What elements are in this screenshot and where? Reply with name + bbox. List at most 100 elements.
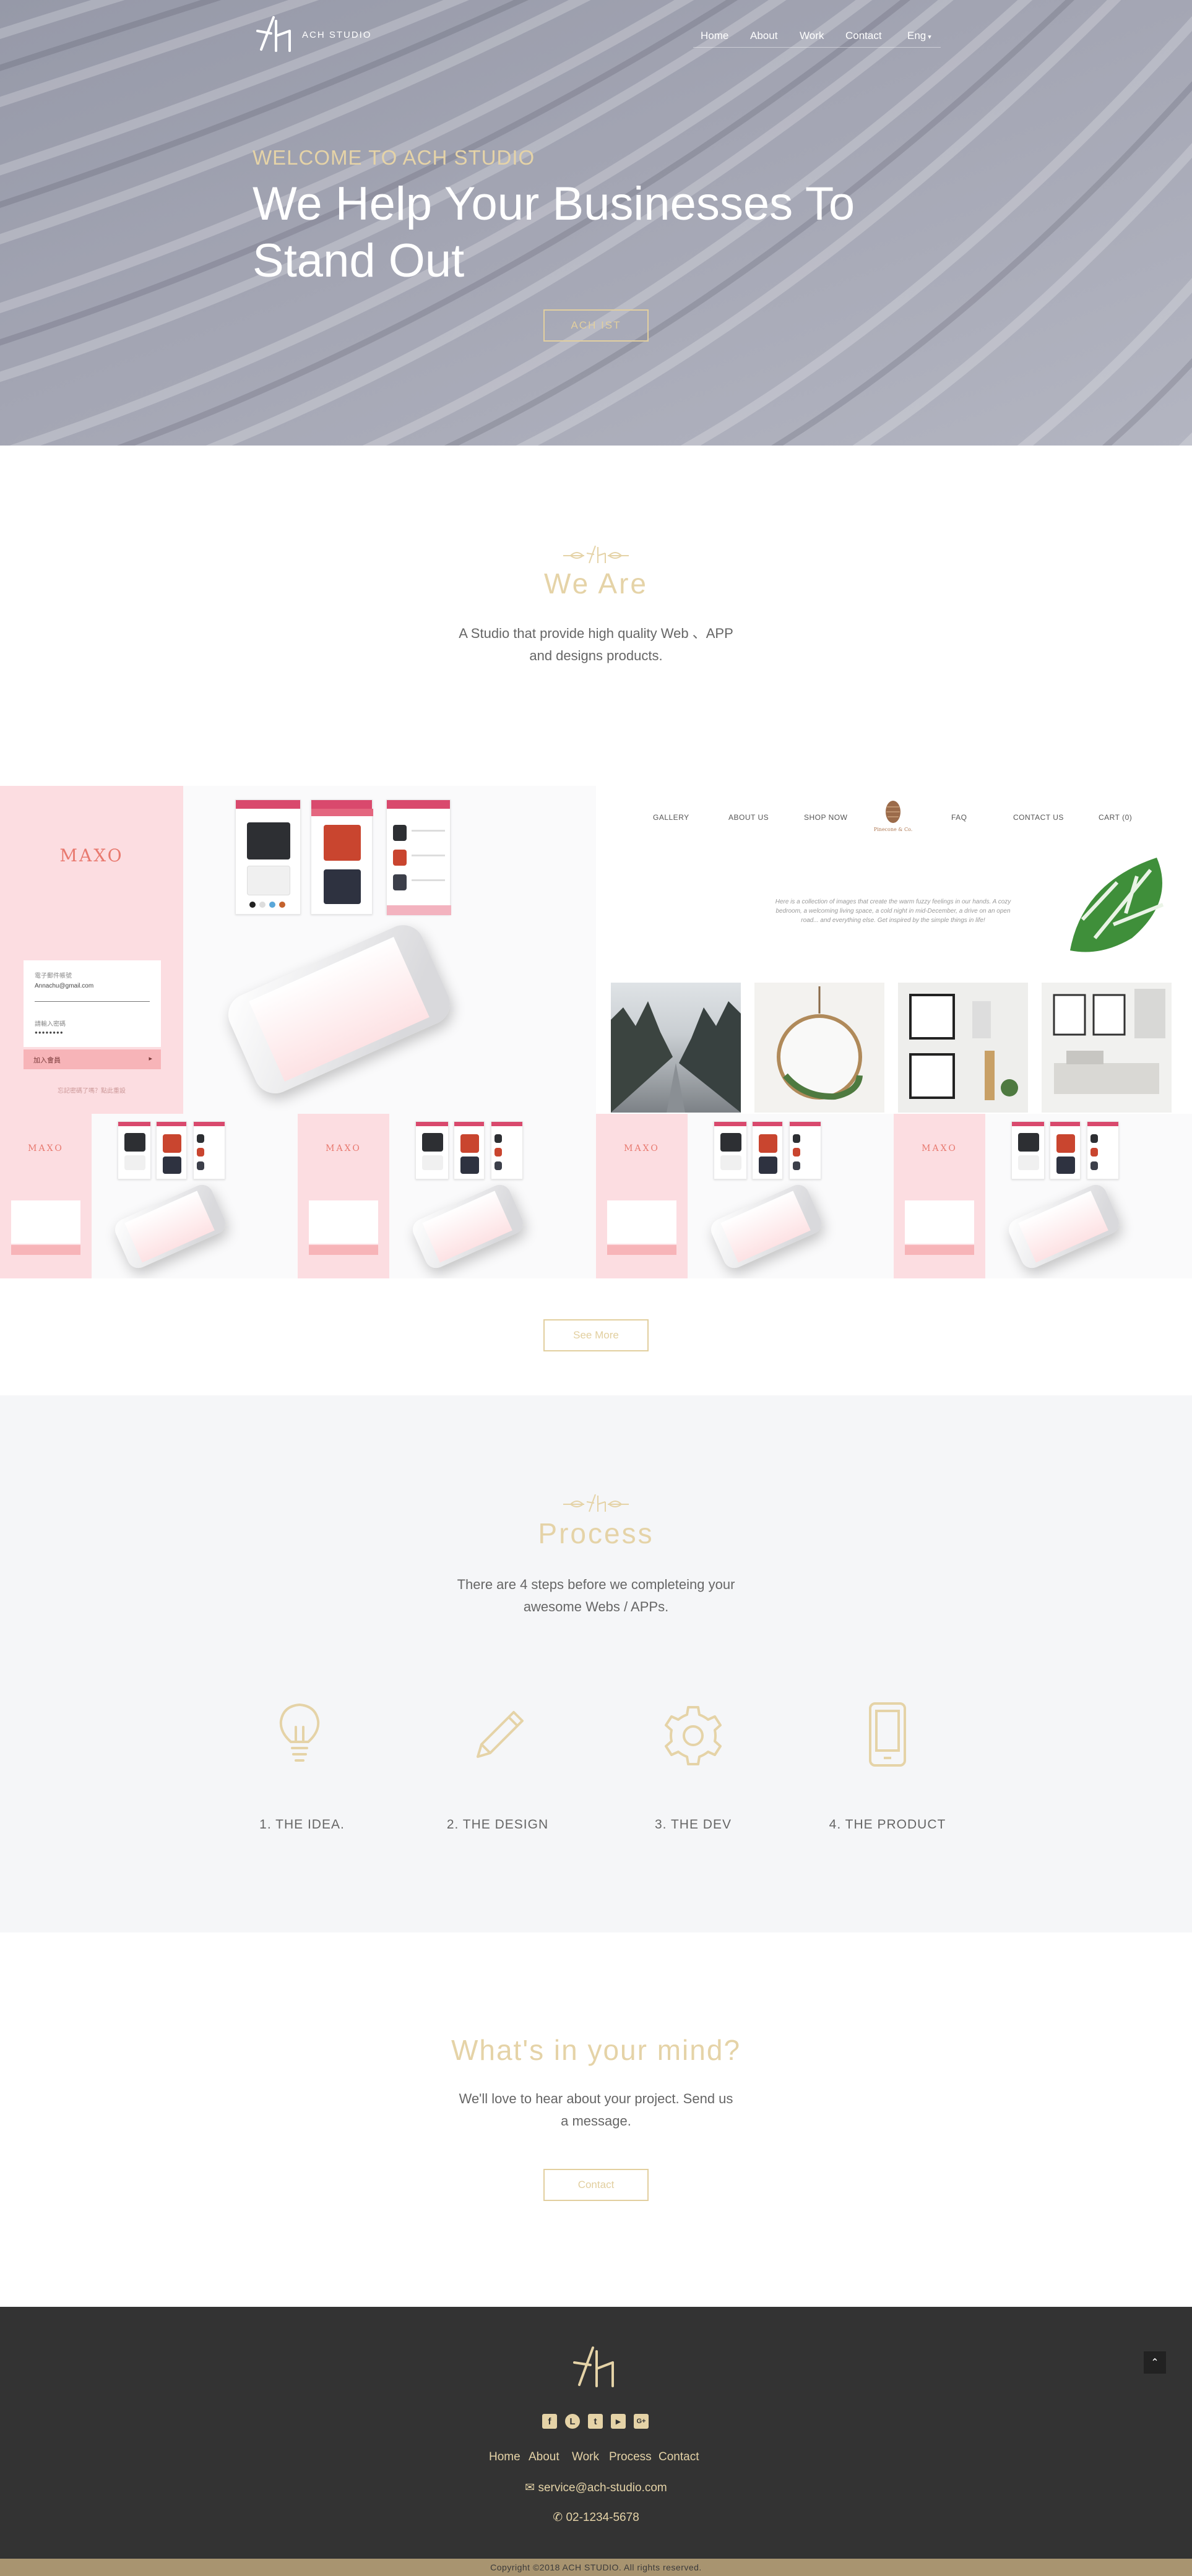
footer-nav-about[interactable]: About xyxy=(529,2450,559,2464)
nav-work[interactable]: Work xyxy=(800,30,824,42)
we-are-text: A Studio that provide high quality Web 、… xyxy=(0,622,1192,667)
portfolio-item-maxo-small-4[interactable]: MAXO xyxy=(894,1114,1192,1278)
twitter-icon[interactable]: t xyxy=(588,2414,603,2429)
chevron-down-icon: ▾ xyxy=(928,33,931,41)
footer-phone-text: 02-1234-5678 xyxy=(566,2511,639,2524)
ach-logo-icon[interactable] xyxy=(255,12,295,56)
footer: f L t ▶ G+ Home About Work Process Conta… xyxy=(0,2307,1192,2559)
mind-text: We'll love to hear about your project. S… xyxy=(0,2088,1192,2132)
gallery-photo-winter-road xyxy=(611,983,741,1113)
step-label-product: 4. THE PRODUCT xyxy=(829,1817,946,1832)
hero-welcome: WELCOME TO ACH STUDIO xyxy=(253,146,535,169)
phone-icon: ✆ xyxy=(553,2511,563,2524)
gallery-photo-room xyxy=(1042,983,1172,1113)
footer-nav-home[interactable]: Home xyxy=(489,2450,520,2464)
step-label-idea: 1. THE IDEA. xyxy=(259,1817,345,1832)
youtube-icon[interactable]: ▶ xyxy=(611,2414,626,2429)
hero-title: We Help Your Businesses To Stand Out xyxy=(253,176,933,290)
gallery-brand: Pinecone & Co. xyxy=(873,827,913,832)
portfolio-item-maxo-small-3[interactable]: MAXO xyxy=(596,1114,894,1278)
we-are-title: We Are xyxy=(544,567,648,600)
gallery-nav-item: ABOUT US xyxy=(728,813,769,822)
process-section: Process There are 4 steps before we comp… xyxy=(0,1395,1192,1932)
hero-button[interactable]: ACH IST xyxy=(543,309,649,342)
nav-home[interactable]: Home xyxy=(701,30,728,42)
gallery-photo-mirror xyxy=(754,983,884,1113)
nav-divider xyxy=(693,47,941,48)
gallery-nav-item: CART (0) xyxy=(1099,813,1133,822)
envelope-icon: ✉ xyxy=(525,2481,535,2494)
maxo-small-brand: MAXO xyxy=(922,1144,957,1153)
nav-language-label: Eng xyxy=(907,30,926,41)
footer-nav-contact[interactable]: Contact xyxy=(659,2450,699,2464)
see-more-button[interactable]: See More xyxy=(543,1319,649,1351)
gallery-nav-item: FAQ xyxy=(951,813,967,822)
maxo-password-value: ●●●●●●●● xyxy=(35,1030,64,1035)
brand-name[interactable]: ACH STUDIO xyxy=(302,30,372,40)
google-plus-icon[interactable]: G+ xyxy=(634,2414,649,2429)
monstera-leaf-image xyxy=(1070,858,1164,952)
mind-title: What's in your mind? xyxy=(451,2034,741,2066)
maxo-login-button-label: 加入會員 xyxy=(33,1057,61,1064)
maxo-small-brand: MAXO xyxy=(624,1144,660,1153)
maxo-small-brand: MAXO xyxy=(326,1144,361,1153)
smartphone-icon xyxy=(869,1702,906,1767)
maxo-forgot-link: 忘記密碼了嗎？點此重設 xyxy=(58,1088,126,1095)
gear-icon xyxy=(665,1706,722,1765)
gallery-photo-frames xyxy=(898,983,1028,1113)
maxo-screen-3 xyxy=(386,799,451,915)
process-title: Process xyxy=(538,1517,654,1549)
we-are-text-line2: and designs products. xyxy=(529,648,663,663)
process-text: There are 4 steps before we completeing … xyxy=(0,1574,1192,1618)
section-ornament-icon xyxy=(563,545,629,564)
arrow-right-icon: ▸ xyxy=(149,1055,152,1062)
pencil-icon xyxy=(477,1711,524,1758)
we-are-text-line1: A Studio that provide high quality Web 、… xyxy=(459,626,733,641)
contact-button[interactable]: Contact xyxy=(543,2169,649,2201)
maxo-login-panel: MAXO 電子郵件帳號 Annachu@gmail.com 請輸入密碼 ●●●●… xyxy=(0,786,183,1114)
process-text-line2: awesome Webs / APPs. xyxy=(523,1599,669,1614)
nav-language[interactable]: Eng ▾ xyxy=(907,30,931,42)
footer-phone[interactable]: ✆ 02-1234-5678 xyxy=(0,2510,1192,2525)
hero-section: ACH STUDIO Home About Work Contact Eng ▾ … xyxy=(0,0,1192,446)
gallery-intro-text: Here is a collection of images that crea… xyxy=(745,897,1042,925)
hero-title-line2: Stand Out xyxy=(253,235,465,287)
line-icon[interactable]: L xyxy=(565,2414,580,2429)
maxo-brand-title: MAXO xyxy=(59,845,124,866)
gallery-nav-item: SHOP NOW xyxy=(804,813,848,822)
pinecone-icon xyxy=(886,801,900,823)
maxo-screen-2 xyxy=(311,799,373,915)
footer-email-text: service@ach-studio.com xyxy=(538,2481,667,2494)
process-text-line1: There are 4 steps before we completeing … xyxy=(457,1577,735,1592)
footer-logo-icon[interactable] xyxy=(571,2341,620,2391)
copyright-bar: Copyright ©2018 ACH STUDIO. All rights r… xyxy=(0,2559,1192,2576)
gallery-intro-line3: road... and everything else. Get inspire… xyxy=(801,917,985,924)
gallery-intro-line1: Here is a collection of images that crea… xyxy=(775,898,1011,905)
lightbulb-icon xyxy=(279,1703,320,1762)
maxo-screen-1 xyxy=(235,799,301,915)
portfolio-item-maxo[interactable]: MAXO 電子郵件帳號 Annachu@gmail.com 請輸入密碼 ●●●●… xyxy=(0,786,596,1114)
hero-title-line1: We Help Your Businesses To xyxy=(253,178,855,230)
maxo-phone-mockup xyxy=(222,918,457,1100)
maxo-email-underline xyxy=(35,1001,150,1002)
maxo-login-button: 加入會員 ▸ xyxy=(24,1049,161,1069)
step-label-design: 2. THE DESIGN xyxy=(446,1817,549,1832)
nav-contact[interactable]: Contact xyxy=(845,30,882,42)
footer-nav-process[interactable]: Process xyxy=(609,2450,652,2464)
portfolio-item-gallery[interactable]: GALLERY ABOUT US SHOP NOW FAQ CONTACT US… xyxy=(596,786,1192,1114)
footer-email[interactable]: ✉ service@ach-studio.com xyxy=(0,2481,1192,2495)
section-ornament-icon xyxy=(563,1494,629,1512)
portfolio-item-maxo-small-1[interactable]: MAXO xyxy=(0,1114,298,1278)
mind-text-line2: a message. xyxy=(561,2113,631,2129)
gallery-nav-item: GALLERY xyxy=(653,813,689,822)
facebook-icon[interactable]: f xyxy=(542,2414,557,2429)
footer-nav-work[interactable]: Work xyxy=(572,2450,599,2464)
back-to-top-button[interactable]: ⌃ xyxy=(1144,2351,1166,2374)
maxo-email-value: Annachu@gmail.com xyxy=(35,983,94,989)
step-label-dev: 3. THE DEV xyxy=(655,1817,732,1832)
maxo-email-label: 電子郵件帳號 xyxy=(35,973,72,980)
portfolio-item-maxo-small-2[interactable]: MAXO xyxy=(298,1114,596,1278)
nav-about[interactable]: About xyxy=(750,30,777,42)
maxo-small-brand: MAXO xyxy=(28,1144,64,1153)
mind-text-line1: We'll love to hear about your project. S… xyxy=(459,2091,733,2106)
